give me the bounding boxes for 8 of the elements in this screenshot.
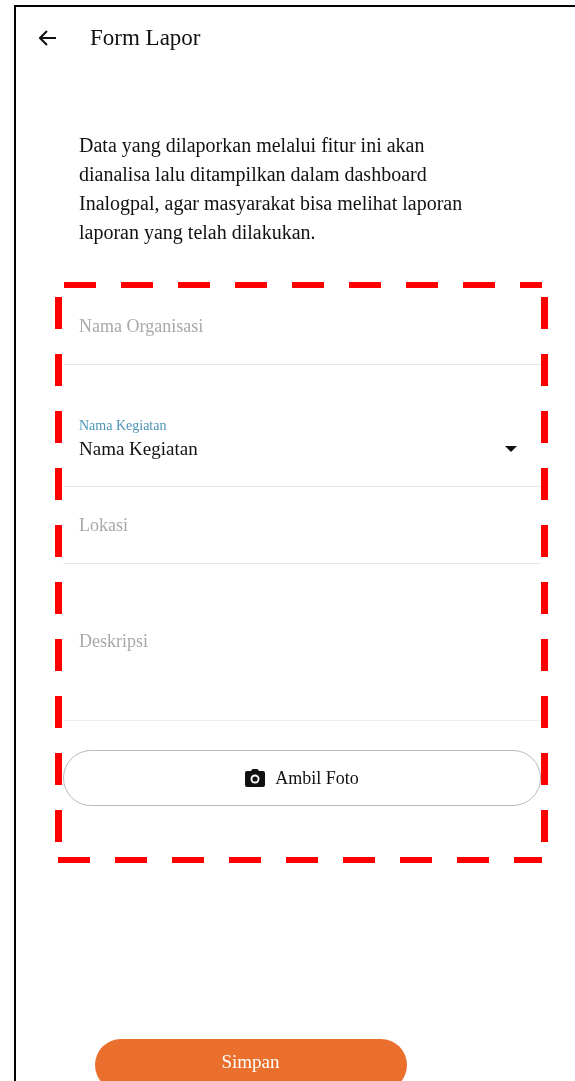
take-photo-button[interactable]: Ambil Foto xyxy=(63,750,541,806)
page-title: Form Lapor xyxy=(90,25,201,51)
camera-icon xyxy=(245,769,266,787)
field-label: Nama Kegiatan xyxy=(79,418,168,434)
caret-icon xyxy=(505,446,517,452)
back-arrow-icon xyxy=(39,30,57,46)
dropdown-value: Nama Kegiatan xyxy=(79,438,198,460)
description-text: Data yang dilaporkan melalui fitur ini akan dianalisa lalu ditampilkan dalam dashboard Inalogpal, agar masyarakat bisa melihat laporan laporan yang telah dilakukan. xyxy=(79,133,464,246)
